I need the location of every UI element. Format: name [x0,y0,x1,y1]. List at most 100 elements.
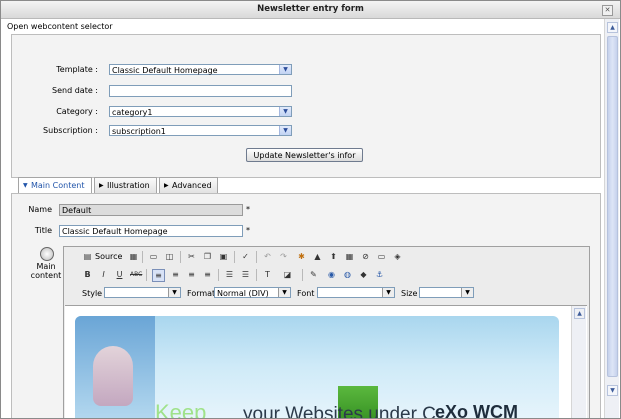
anchor-icon[interactable]: ⚓ [374,269,385,280]
new-page-icon[interactable]: ▭ [148,251,159,262]
align-left-icon[interactable]: ≡ [152,269,165,282]
chevron-down-icon[interactable]: ▼ [279,107,291,116]
preview-icon[interactable]: ◫ [164,251,175,262]
bold-icon[interactable]: B [82,269,93,280]
spellcheck-icon[interactable]: ✓ [240,251,251,262]
insert-image-icon[interactable]: ◉ [326,269,337,280]
open-webcontent-selector-link[interactable]: Open webcontent selector [7,22,113,31]
no-entry-icon[interactable]: ⊘ [360,251,371,262]
editor-toolbar-row1: ▤ Source ▦ ▭ ◫ ✂ ❐ ▣ ✓ ↶ ↷ ✱ ▲ ⬆ ▦ ⊘ ▭ ◈ [70,249,582,265]
category-select[interactable]: category1 ▼ [109,106,292,117]
scroll-up-icon[interactable]: ▲ [607,22,618,33]
eraser-icon[interactable]: ✎ [308,269,319,280]
name-label: Name [28,205,52,214]
format-label: Format [187,289,216,298]
chevron-down-icon[interactable]: ▼ [382,288,394,297]
style-select[interactable]: ▼ [104,287,181,298]
title-field[interactable]: Classic Default Homepage [59,225,243,237]
banner-image: Keep your Websites under C eXo WCM [75,316,559,418]
strikethrough-icon[interactable]: ABC [130,269,142,280]
send-date-label: Send date : [52,86,98,95]
subscription-label: Subscription : [43,126,98,135]
banner-keep-text: Keep [155,400,207,418]
chevron-down-icon[interactable]: ▼ [168,288,180,297]
newsletter-info-panel: Template : Classic Default Homepage ▼ Se… [11,34,601,178]
table-icon[interactable]: ▦ [344,251,355,262]
copy-icon[interactable]: ❐ [202,251,213,262]
template-select-value: Classic Default Homepage [112,66,218,75]
undo-icon[interactable]: ↶ [262,251,273,262]
toolbar-separator [146,269,147,281]
category-label: Category : [56,107,98,116]
toolbar-separator [256,269,257,281]
cut-icon[interactable]: ✂ [186,251,197,262]
chevron-down-icon[interactable]: ▼ [278,288,290,297]
chevron-down-icon[interactable]: ▼ [461,288,473,297]
rich-text-editor: ▤ Source ▦ ▭ ◫ ✂ ❐ ▣ ✓ ↶ ↷ ✱ ▲ ⬆ ▦ ⊘ ▭ ◈… [63,246,590,418]
window-title: Newsletter entry form [257,4,364,14]
tab-advanced[interactable]: ▶ Advanced [159,177,218,193]
update-newsletter-button[interactable]: Update Newsletter's infor [246,148,363,162]
scroll-down-icon[interactable]: ▼ [607,385,618,396]
flash-icon[interactable]: ⬆ [328,251,339,262]
chevron-right-icon: ▶ [164,182,169,189]
required-mark: * [246,226,250,235]
editor-toolbar-row2: B I U ABC ≡ ≡ ≡ ≡ ☰ ☰ T ◪ ✎ ◉ ◍ ◆ ⚓ [70,267,582,283]
align-right-icon[interactable]: ≡ [186,269,197,280]
format-select[interactable]: Normal (DIV) ▼ [214,287,291,298]
window-titlebar[interactable]: Newsletter entry form ✕ [1,1,620,19]
bulleted-list-icon[interactable]: ☰ [240,269,251,280]
form-content: Open webcontent selector Template : Clas… [1,19,604,418]
insert-media-icon[interactable]: ◍ [342,269,353,280]
banner-tagline: your Websites under C [243,404,436,418]
size-select[interactable]: ▼ [419,287,474,298]
chevron-down-icon[interactable]: ▼ [279,65,291,74]
template-doc-icon[interactable]: ▦ [128,251,139,262]
close-icon[interactable]: ✕ [602,5,613,16]
editor-content-area[interactable]: Keep your Websites under C eXo WCM [65,305,587,418]
toolbar-separator [256,251,257,263]
image-icon[interactable]: ▲ [312,251,323,262]
cube-icon[interactable]: ◈ [392,251,403,262]
insert-document-icon[interactable]: ◆ [358,269,369,280]
editor-scrollbar[interactable]: ▲ [571,306,586,418]
paste-icon[interactable]: ▣ [218,251,229,262]
background-color-icon[interactable]: ◪ [282,269,293,280]
size-label: Size [401,289,418,298]
tab-illustration-label: Illustration [107,181,150,190]
align-justify-icon[interactable]: ≡ [202,269,213,280]
chevron-down-icon[interactable]: ▼ [279,126,291,135]
send-date-field[interactable] [109,85,292,97]
maximize-icon[interactable]: ▭ [376,251,387,262]
font-label: Font [297,289,315,298]
font-select[interactable]: ▼ [317,287,395,298]
template-label: Template : [56,65,98,74]
template-select[interactable]: Classic Default Homepage ▼ [109,64,292,75]
numbered-list-icon[interactable]: ☰ [224,269,235,280]
content-mode-icon[interactable] [40,247,54,261]
link-icon[interactable]: ✱ [296,251,307,262]
tab-main-content[interactable]: ▼ Main Content [18,177,92,194]
tab-illustration[interactable]: ▶ Illustration [94,177,157,193]
name-field[interactable]: Default [59,204,243,216]
redo-icon[interactable]: ↷ [278,251,289,262]
tab-advanced-label: Advanced [172,181,212,190]
banner-logo: eXo WCM [435,402,518,418]
chevron-down-icon: ▼ [23,182,28,189]
source-icon[interactable]: ▤ [82,251,93,262]
align-center-icon[interactable]: ≡ [170,269,181,280]
subscription-select[interactable]: subscription1 ▼ [109,125,292,136]
underline-icon[interactable]: U [114,269,125,280]
category-select-value: category1 [112,108,153,117]
newsletter-window: Newsletter entry form ✕ Open webcontent … [0,0,621,419]
italic-icon[interactable]: I [98,269,109,280]
scrollbar-thumb[interactable] [607,36,618,377]
source-button[interactable]: Source [95,252,122,261]
hand-shape [93,346,133,406]
scroll-up-icon[interactable]: ▲ [574,308,585,319]
style-label: Style [82,289,103,298]
toolbar-separator [234,251,235,263]
text-color-icon[interactable]: T [262,269,273,280]
title-label: Title [34,226,52,235]
page-scrollbar[interactable]: ▲ ▼ [604,19,619,418]
